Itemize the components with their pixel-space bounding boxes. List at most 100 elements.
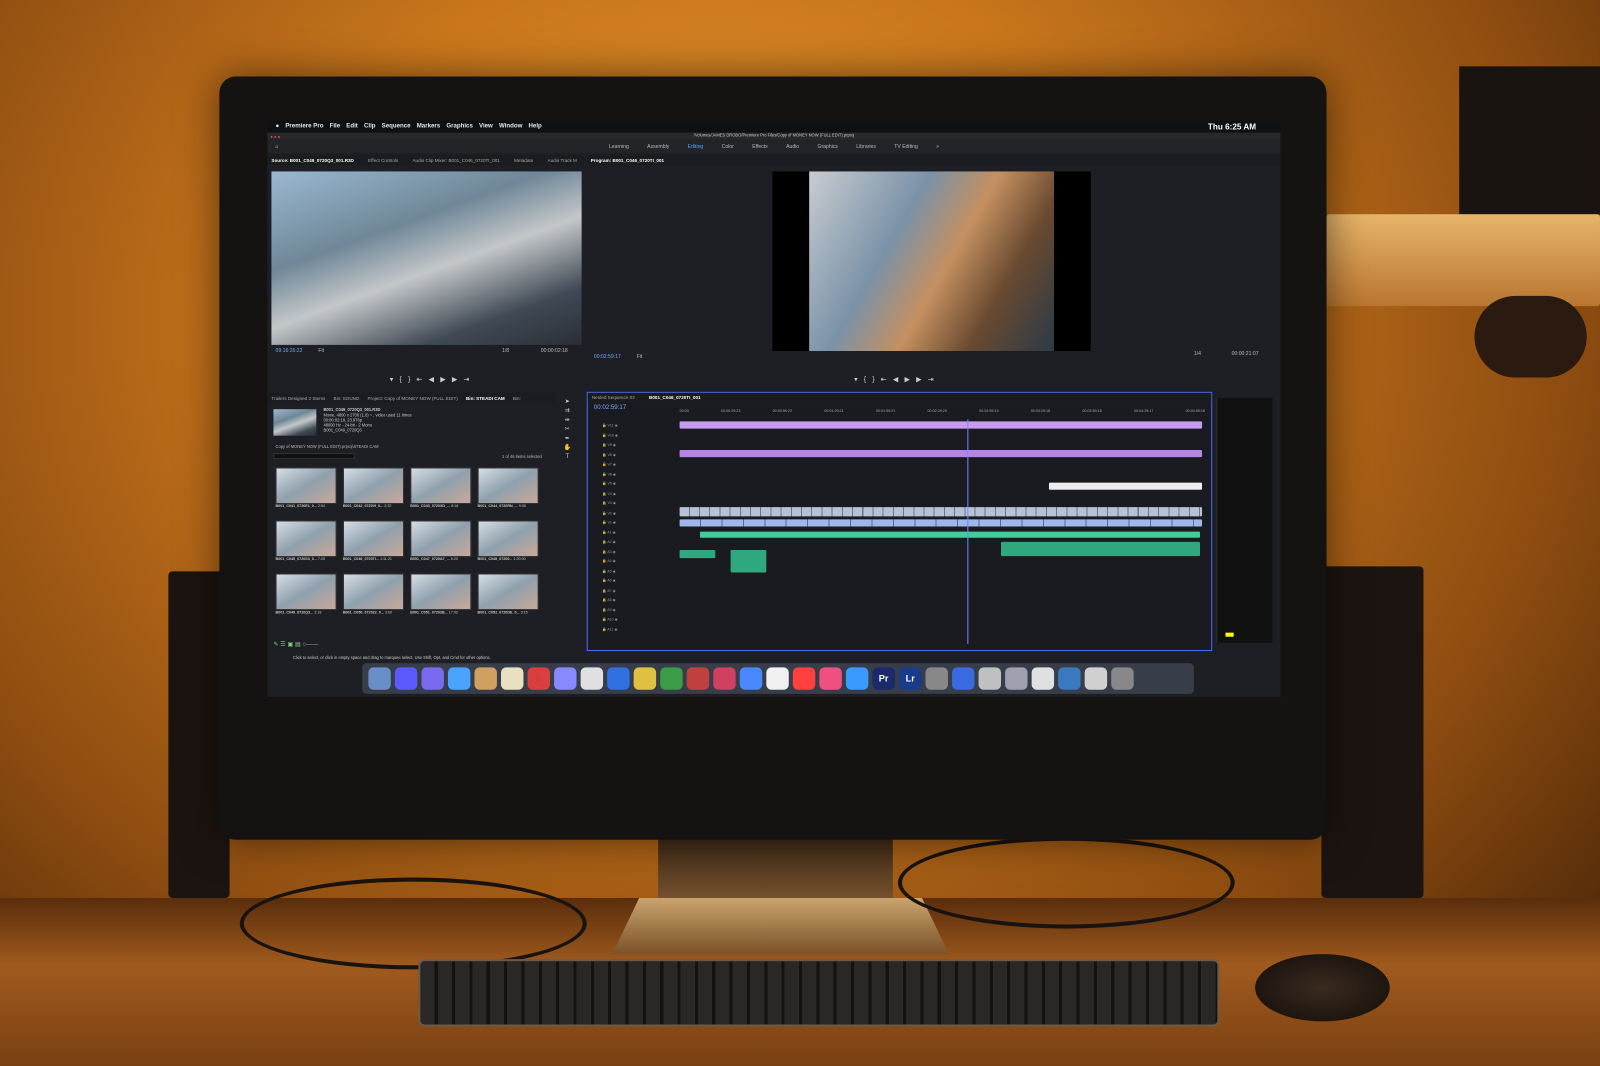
workspace-assembly[interactable]: Assembly — [647, 143, 669, 149]
project-clip-item[interactable]: B001_C052_0720DE_0... 3:15 — [477, 573, 539, 622]
adjustment-clip[interactable] — [679, 421, 1203, 429]
audio-clips-a4[interactable] — [679, 549, 716, 559]
track-header[interactable]: 🔒 V3 ◉ — [602, 501, 673, 511]
program-resolution-select[interactable]: 1/4 — [1194, 351, 1201, 357]
tab-bin[interactable]: Bin: — [513, 395, 521, 400]
program-transport-controls[interactable]: ▾{}⇤◀▶▶⇥ — [854, 376, 940, 384]
workspace-more[interactable]: » — [936, 143, 939, 149]
track-header[interactable]: 🔒 A4 ◉ — [602, 559, 673, 569]
menu-edit[interactable]: Edit — [346, 123, 358, 129]
dock-app-app-store[interactable] — [845, 667, 869, 690]
type-tool-icon[interactable]: T — [560, 453, 574, 462]
menu-sequence[interactable]: Sequence — [382, 123, 411, 129]
program-timecode[interactable]: 00:02:59:17 — [594, 354, 621, 360]
tab-trailers[interactable]: Trailers Designed 2 Stems — [271, 395, 325, 400]
menu-file[interactable]: File — [330, 123, 341, 129]
project-footer-icons[interactable]: ✎ ☰ ▣ ▤ ○—— — [273, 641, 318, 648]
project-clip-item[interactable]: B001_C042_0720VI_0... 2:22 — [342, 467, 405, 516]
project-clip-item[interactable]: B001_C048_07200... 1:20:00 — [477, 520, 539, 569]
track-header[interactable]: 🔒 V9 ◉ — [602, 443, 673, 453]
dock-app-messages[interactable] — [660, 667, 683, 690]
dock-app-numbers[interactable] — [739, 667, 763, 690]
playhead[interactable] — [967, 419, 969, 644]
project-clip-item[interactable]: B001_C041_0720E1_0... 2:54 — [275, 467, 337, 516]
dock-app-migration[interactable] — [978, 667, 1002, 690]
audio-clips-a2[interactable] — [1001, 541, 1200, 557]
tab-source[interactable]: Source: B001_C049_0720Q3_001.R3D — [271, 158, 353, 163]
time-ruler[interactable]: 00:00 00:00:29:23 00:00:59:22 00:01:29:21 00… — [680, 409, 1206, 417]
window-controls-icon[interactable]: ● ● ● — [270, 134, 280, 139]
track-select-tool-icon[interactable]: ⇉ — [560, 407, 574, 416]
tab-audio-clip-mixer[interactable]: Audio Clip Mixer: B001_C046_0720TI_001 — [412, 158, 499, 163]
title-clip[interactable] — [1048, 482, 1203, 490]
audio-clips-a1[interactable] — [699, 531, 1200, 538]
track-header[interactable]: 🔒 A3 ◉ — [602, 549, 673, 559]
dock-app-notes[interactable] — [501, 667, 524, 690]
menu-premiere[interactable]: Premiere Pro — [285, 123, 323, 129]
dock-app-safari[interactable] — [447, 667, 471, 690]
source-fit-select[interactable]: Fit — [318, 348, 324, 354]
dock-app-pr[interactable]: Pr — [872, 667, 895, 690]
workspace-libraries[interactable]: Libraries — [856, 143, 876, 149]
dock-app-facetime[interactable] — [686, 667, 710, 690]
track-header[interactable]: 🔒 A2 ◉ — [602, 540, 673, 550]
home-icon[interactable]: ⌂ — [276, 143, 279, 149]
project-clip-item[interactable]: B001_C044_0720RN_... 9:05 — [477, 467, 539, 516]
video-clips-v2[interactable] — [679, 507, 1203, 517]
tab-effect-controls[interactable]: Effect Controls — [368, 158, 398, 163]
pen-tool-icon[interactable]: ✒ — [560, 435, 574, 444]
dock-app-lr[interactable]: Lr — [898, 667, 922, 690]
audio-clips-a3[interactable] — [730, 549, 767, 573]
menubar-clock[interactable]: Thu 6:25 AM — [1208, 122, 1281, 131]
track-header[interactable]: 🔒 A6 ◉ — [602, 579, 673, 589]
dock-app-music[interactable] — [819, 667, 842, 690]
dock-app-textedit[interactable] — [607, 667, 630, 690]
dock-app-launchpad[interactable] — [421, 667, 444, 690]
workspace-color[interactable]: Color — [722, 143, 734, 149]
track-header[interactable]: 🔒 V11 ◉ — [602, 423, 673, 433]
dock-app-quicktime[interactable] — [1005, 667, 1028, 690]
dock-app-books[interactable] — [713, 667, 736, 690]
apple-icon[interactable]: ● — [276, 123, 280, 129]
dock-app-finder[interactable] — [368, 667, 391, 690]
menu-window[interactable]: Window — [499, 123, 522, 129]
project-search-input[interactable] — [273, 453, 356, 460]
track-header[interactable]: 🔒 A1 ◉ — [602, 530, 673, 540]
tab-project[interactable]: Project: Copy of MONEY NOW (FULL EDIT) — [367, 395, 457, 400]
hand-tool-icon[interactable]: ✋ — [560, 444, 574, 453]
source-transport-controls[interactable]: ▾{}⇤◀▶▶⇥ — [390, 376, 476, 384]
track-header[interactable]: 🔒 V10 ◉ — [602, 433, 673, 443]
track-header[interactable]: 🔒 V8 ◉ — [602, 453, 673, 463]
tab-sequence[interactable]: B001_C046_0720TI_001 — [649, 395, 701, 400]
video-clips-v1[interactable] — [679, 519, 1203, 527]
dock-app-finder2[interactable] — [952, 667, 975, 690]
tab-metadata[interactable]: Metadata — [514, 158, 533, 163]
timeline-timecode[interactable]: 00:02:59:17 — [594, 405, 626, 411]
dock-app-downloads[interactable] — [1058, 667, 1081, 690]
dock-app-trash[interactable] — [1111, 667, 1134, 690]
dock-app-reminders[interactable] — [580, 667, 604, 690]
track-header[interactable]: 🔒 A7 ◉ — [602, 588, 673, 598]
dock-app-photos[interactable] — [633, 667, 657, 690]
track-header[interactable]: 🔒 A8 ◉ — [602, 598, 673, 608]
adjustment-clip[interactable] — [679, 449, 1203, 458]
dock-app-system-preferences[interactable] — [925, 667, 948, 690]
project-clip-item[interactable]: B001_C047_0720A7_... 6:20 — [410, 520, 472, 569]
track-header[interactable]: 🔒 A9 ◉ — [602, 608, 673, 618]
track-header[interactable]: 🔒 V7 ◉ — [602, 462, 673, 472]
workspace-tv-editing[interactable]: TV Editing — [894, 143, 918, 149]
dock-app-documents[interactable] — [1084, 667, 1108, 690]
dock-app-calendar[interactable]: 6 — [527, 667, 550, 690]
dock-app-stickies[interactable] — [554, 667, 577, 690]
program-fit-select[interactable]: Fit — [637, 354, 643, 360]
project-clip-item[interactable]: B001_C050_072022_0... 3:60 — [342, 573, 405, 622]
track-header[interactable]: 🔒 A5 ◉ — [602, 569, 673, 579]
dock-app-screenshot[interactable] — [1031, 667, 1055, 690]
source-resolution-select[interactable]: 1/8 — [502, 348, 509, 354]
track-header[interactable]: 🔒 A10 ◉ — [602, 617, 673, 627]
menu-help[interactable]: Help — [529, 123, 542, 129]
tab-bin-steadicam[interactable]: Bin: STEADI CAM — [466, 395, 505, 400]
source-timecode[interactable]: 09:16:26:22 — [276, 348, 303, 354]
track-header[interactable]: 🔒 V4 ◉ — [602, 491, 673, 501]
project-clip-item[interactable]: B001_C051_07202B... 17:02 — [410, 573, 472, 622]
